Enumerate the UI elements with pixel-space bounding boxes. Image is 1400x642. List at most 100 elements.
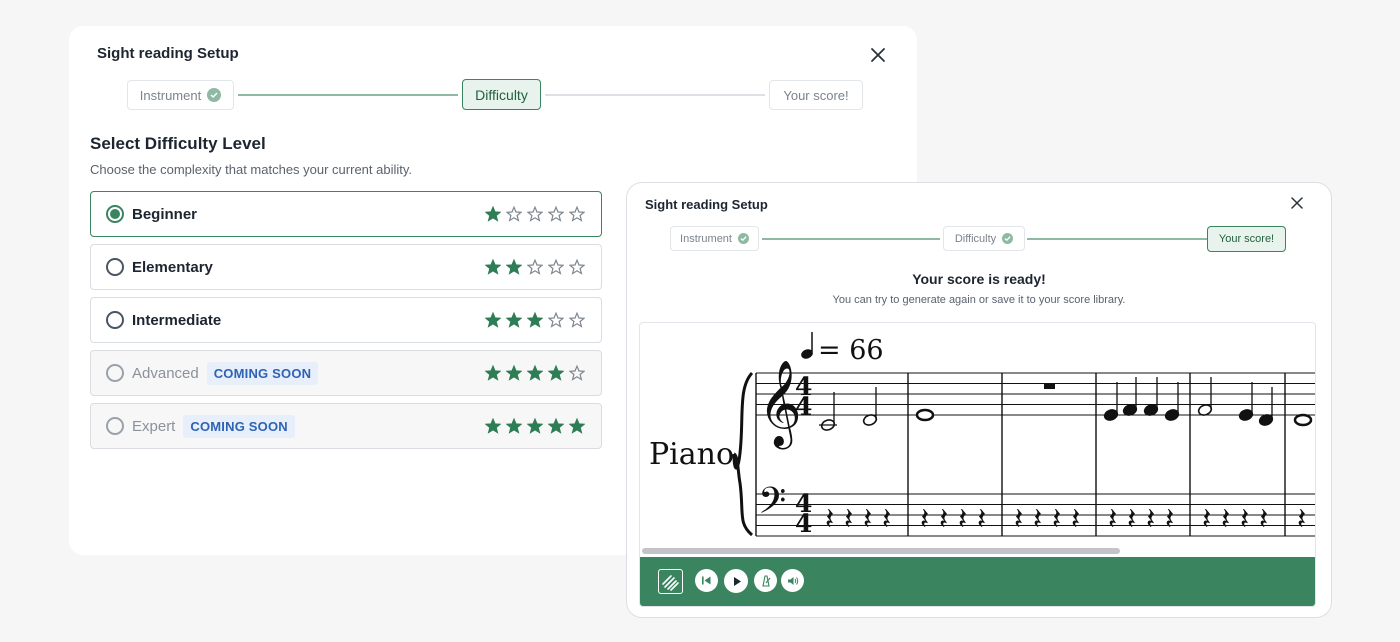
note: [915, 408, 935, 422]
star-filled-icon: [527, 365, 543, 381]
ready-title: Your score is ready!: [912, 271, 1046, 287]
option-label: Expert: [132, 417, 176, 435]
step-label: Difficulty: [475, 86, 528, 103]
star-filled-icon: [485, 418, 501, 434]
star-outline-icon: [569, 259, 585, 275]
radio-button[interactable]: [106, 311, 124, 329]
star-outline-icon: [527, 206, 543, 222]
rewind-icon[interactable]: [695, 569, 718, 592]
step-your-score[interactable]: Your score!: [1207, 226, 1286, 252]
star-outline-icon: [506, 206, 522, 222]
metronome-icon[interactable]: [754, 569, 777, 592]
star-filled-icon: [485, 259, 501, 275]
step-instrument[interactable]: Instrument: [127, 80, 234, 110]
step-difficulty[interactable]: Difficulty: [462, 79, 541, 110]
quarter-rest: 𝄽: [1259, 502, 1268, 537]
rating-stars: [485, 365, 585, 381]
bass-clef: 𝄢: [758, 480, 786, 531]
note: [1293, 413, 1313, 427]
quarter-rest: 𝄽: [939, 502, 948, 537]
star-filled-icon: [527, 312, 543, 328]
quarter-rest: 𝄽: [1052, 502, 1061, 537]
quarter-rest: 𝄽: [1240, 502, 1249, 537]
horizontal-scrollbar[interactable]: [642, 548, 1120, 554]
close-icon[interactable]: [1289, 195, 1305, 211]
logo-icon[interactable]: [658, 569, 683, 594]
quarter-rest: 𝄽: [1108, 502, 1117, 537]
star-filled-icon: [527, 418, 543, 434]
step-difficulty[interactable]: Difficulty: [943, 226, 1025, 251]
score-viewer[interactable]: = 66 Piano 𝄞 𝄢 4 4 4 4 𝄽 𝄽 𝄽 𝄽 𝄽 𝄽 𝄽 𝄽 𝄽 𝄽 𝄽 𝄽 𝄽 𝄽 𝄽 𝄽 𝄽…: [639, 322, 1316, 607]
quarter-rest: 𝄽: [844, 502, 853, 537]
star-outline-icon: [569, 365, 585, 381]
quarter-rest: 𝄽: [1202, 502, 1211, 537]
quarter-rest: 𝄽: [1297, 502, 1306, 537]
time-sig-bottom: 4: [795, 392, 812, 421]
quarter-rest: 𝄽: [863, 502, 872, 537]
quarter-rest: 𝄽: [1165, 502, 1174, 537]
star-filled-icon: [506, 418, 522, 434]
close-icon[interactable]: [868, 45, 888, 65]
quarter-rest: 𝄽: [882, 502, 891, 537]
star-outline-icon: [569, 312, 585, 328]
star-outline-icon: [527, 259, 543, 275]
ready-subtitle: You can try to generate again or save it…: [832, 294, 1126, 306]
star-outline-icon: [548, 259, 564, 275]
quarter-rest: 𝄽: [825, 502, 834, 537]
quarter-rest: 𝄽: [1221, 502, 1230, 537]
star-outline-icon: [548, 206, 564, 222]
section-heading: Select Difficulty Level: [90, 134, 266, 153]
coming-soon-badge: COMING SOON: [183, 414, 295, 438]
time-sig-bottom: 4: [795, 509, 812, 538]
quarter-rest: 𝄽: [920, 502, 929, 537]
check-icon: [207, 88, 222, 102]
stepper-line: [762, 238, 940, 240]
star-filled-icon: [506, 365, 522, 381]
option-intermediate[interactable]: Intermediate: [90, 297, 602, 343]
radio-button: [106, 417, 124, 435]
star-outline-icon: [548, 312, 564, 328]
check-icon: [737, 233, 749, 244]
radio-button[interactable]: [106, 258, 124, 276]
step-instrument[interactable]: Instrument: [670, 226, 759, 251]
stepper-line: [545, 94, 765, 96]
play-icon[interactable]: [724, 569, 748, 593]
option-advanced: Advanced COMING SOON: [90, 350, 602, 396]
star-filled-icon: [569, 418, 585, 434]
option-beginner[interactable]: Beginner: [90, 191, 602, 237]
star-filled-icon: [506, 312, 522, 328]
option-label: Advanced: [132, 364, 199, 382]
step-label: Instrument: [680, 232, 732, 245]
star-filled-icon: [548, 365, 564, 381]
step-label: Difficulty: [954, 232, 997, 245]
star-filled-icon: [485, 312, 501, 328]
player-toolbar: [640, 557, 1315, 606]
coming-soon-badge: COMING SOON: [206, 361, 319, 385]
option-expert: Expert COMING SOON: [90, 403, 602, 449]
radio-button[interactable]: [106, 205, 124, 223]
quarter-rest: 𝄽: [1033, 502, 1042, 537]
quarter-rest: 𝄽: [977, 502, 986, 537]
rating-stars: [485, 418, 585, 434]
option-elementary[interactable]: Elementary: [90, 244, 602, 290]
step-label: Your score!: [1218, 233, 1275, 245]
option-label: Elementary: [132, 258, 213, 276]
section-subheading: Choose the complexity that matches your …: [90, 162, 413, 177]
sheet-music: = 66 Piano 𝄞 𝄢 4 4 4 4 𝄽 𝄽 𝄽 𝄽 𝄽 𝄽 𝄽 𝄽 𝄽 𝄽 𝄽 𝄽 𝄽 𝄽 𝄽 𝄽 𝄽…: [649, 332, 1315, 538]
step-your-score[interactable]: Your score!: [769, 80, 863, 110]
star-filled-icon: [485, 365, 501, 381]
quarter-rest: 𝄽: [958, 502, 967, 537]
dialog-title: Sight reading Setup: [97, 45, 239, 62]
dialog-title: Sight reading Setup: [645, 197, 768, 212]
step-label: Your score!: [783, 87, 849, 103]
star-filled-icon: [548, 418, 564, 434]
score-ready-dialog: Sight reading Setup Instrument Difficult…: [626, 182, 1332, 618]
rating-stars: [485, 206, 585, 222]
option-label: Beginner: [132, 205, 198, 223]
tempo-text: = 66: [818, 335, 884, 366]
step-label: Instrument: [139, 87, 202, 103]
volume-icon[interactable]: [781, 569, 804, 592]
brace: [732, 371, 754, 537]
radio-button: [106, 364, 124, 382]
option-label: Intermediate: [132, 311, 222, 329]
